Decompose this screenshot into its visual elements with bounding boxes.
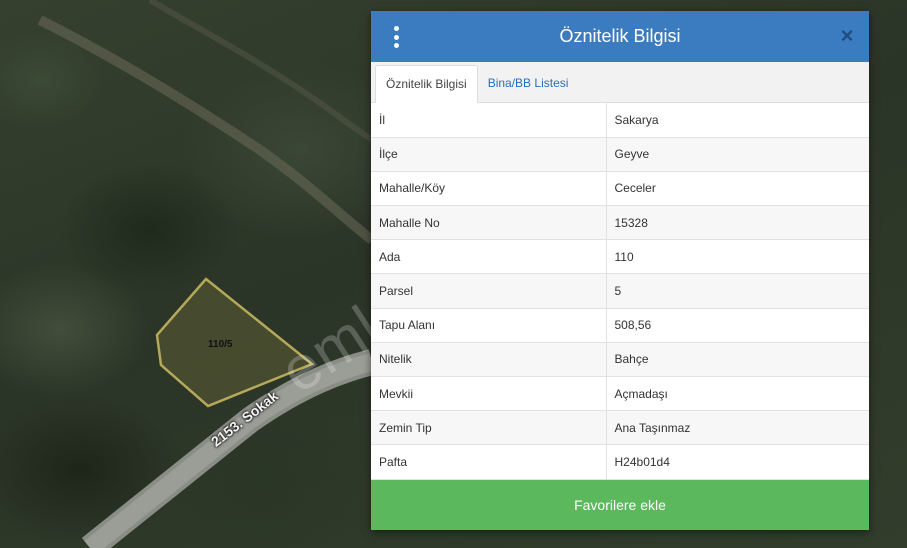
vertical-dots-icon[interactable] bbox=[391, 26, 401, 48]
attribute-key: Nitelik bbox=[371, 342, 607, 378]
panel-header: Öznitelik Bilgisi × bbox=[371, 11, 869, 62]
attribute-key: Parsel bbox=[371, 273, 607, 309]
attribute-value: Geyve bbox=[606, 137, 869, 172]
table-row: Mevkii Açmadaşı bbox=[371, 376, 869, 412]
attribute-key: Ada bbox=[371, 239, 607, 275]
table-row: Mahalle/Köy Ceceler bbox=[371, 171, 869, 207]
attribute-value: 5 bbox=[606, 273, 869, 309]
parcel-label: 110/5 bbox=[208, 339, 233, 350]
attribute-key: Mevkii bbox=[371, 376, 607, 412]
attribute-value: Açmadaşı bbox=[606, 376, 869, 412]
close-icon[interactable]: × bbox=[838, 24, 856, 48]
table-row: İl Sakarya bbox=[371, 103, 869, 138]
table-row: Nitelik Bahçe bbox=[371, 342, 869, 378]
table-row: Ada 110 bbox=[371, 239, 869, 275]
table-row: Zemin Tip Ana Taşınmaz bbox=[371, 410, 869, 446]
attribute-key: Zemin Tip bbox=[371, 410, 607, 446]
attribute-key: Tapu Alanı bbox=[371, 308, 607, 343]
attribute-info-panel: Öznitelik Bilgisi × Öznitelik Bilgisi Bi… bbox=[371, 11, 869, 530]
attribute-table: İl Sakarya İlçe Geyve Mahalle/Köy Ceceler Maha… bbox=[371, 103, 869, 480]
attribute-value: Ceceler bbox=[606, 171, 869, 207]
attribute-value: Ana Taşınmaz bbox=[606, 410, 869, 446]
attribute-key: Pafta bbox=[371, 444, 607, 480]
table-row: Pafta H24b01d4 bbox=[371, 444, 869, 480]
attribute-value: H24b01d4 bbox=[606, 444, 869, 480]
dirt-track-2 bbox=[148, 0, 374, 143]
attribute-value: 508,56 bbox=[606, 308, 869, 343]
tab-bar: Öznitelik Bilgisi Bina/BB Listesi bbox=[371, 62, 869, 103]
attribute-key: Mahalle No bbox=[371, 205, 607, 241]
tab-attribute-info[interactable]: Öznitelik Bilgisi bbox=[375, 65, 478, 103]
attribute-key: İlçe bbox=[371, 137, 607, 172]
dirt-track bbox=[37, 15, 376, 244]
attribute-key: İl bbox=[371, 103, 607, 138]
tab-building-list[interactable]: Bina/BB Listesi bbox=[478, 64, 579, 102]
attribute-value: Sakarya bbox=[606, 103, 869, 138]
attribute-value: 110 bbox=[606, 239, 869, 275]
table-row: Parsel 5 bbox=[371, 273, 869, 309]
table-row: İlçe Geyve bbox=[371, 137, 869, 172]
attribute-value: Bahçe bbox=[606, 342, 869, 378]
table-row: Mahalle No 15328 bbox=[371, 205, 869, 241]
attribute-value: 15328 bbox=[606, 205, 869, 241]
add-to-favorites-button[interactable]: Favorilere ekle bbox=[371, 480, 869, 530]
table-row: Tapu Alanı 508,56 bbox=[371, 308, 869, 343]
attribute-key: Mahalle/Köy bbox=[371, 171, 607, 207]
panel-title: Öznitelik Bilgisi bbox=[559, 26, 681, 46]
